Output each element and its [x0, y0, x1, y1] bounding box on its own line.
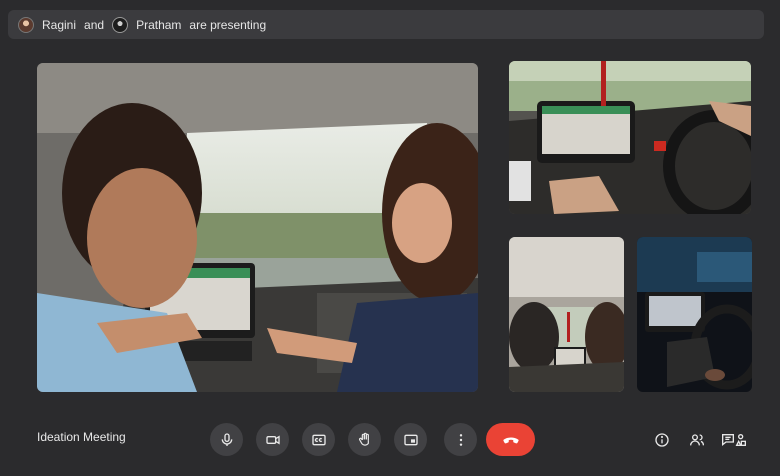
people-icon	[690, 434, 704, 446]
ragini-avatar	[18, 16, 34, 33]
banner-conjunction: and	[84, 17, 105, 32]
end-call-button[interactable]	[486, 423, 535, 456]
camera-button[interactable]	[256, 423, 289, 456]
participant-tile-rear-seat[interactable]	[509, 237, 624, 392]
participant-video-feed	[509, 237, 624, 392]
present-screen-button[interactable]	[394, 423, 427, 456]
more-options-button[interactable]	[444, 423, 477, 456]
more-options-icon	[459, 433, 462, 446]
participant-tile-night-drive[interactable]	[637, 237, 752, 392]
raise-hand-button[interactable]	[348, 423, 381, 456]
closed-captions-icon	[311, 434, 326, 445]
main-video-tile[interactable]	[37, 63, 478, 392]
captions-button[interactable]	[302, 423, 335, 456]
meeting-info-button[interactable]	[653, 431, 671, 449]
banner-suffix: are presenting	[189, 17, 267, 32]
microphone-icon	[221, 432, 232, 446]
raise-hand-icon	[358, 432, 369, 446]
participant-tile-dashboard-screen[interactable]	[509, 61, 751, 214]
chat-activities-button[interactable]	[718, 431, 750, 449]
main-video-feed	[37, 63, 478, 392]
participant-video-feed	[509, 61, 751, 214]
hang-up-icon	[502, 437, 519, 443]
video-camera-icon	[265, 434, 280, 445]
microphone-button[interactable]	[210, 423, 243, 456]
pratham-avatar	[112, 16, 129, 33]
chat-activities-icon	[722, 434, 746, 447]
presenter-name-ragini: Ragini	[42, 17, 77, 32]
presenting-banner: Ragini and Pratham are presenting	[8, 10, 764, 39]
present-screen-icon	[403, 434, 418, 445]
presenter-name-pratham: Pratham	[136, 17, 182, 32]
info-icon	[655, 433, 669, 447]
participant-video-feed	[637, 237, 752, 392]
people-button[interactable]	[688, 431, 706, 449]
meeting-title: Ideation Meeting	[37, 430, 126, 444]
